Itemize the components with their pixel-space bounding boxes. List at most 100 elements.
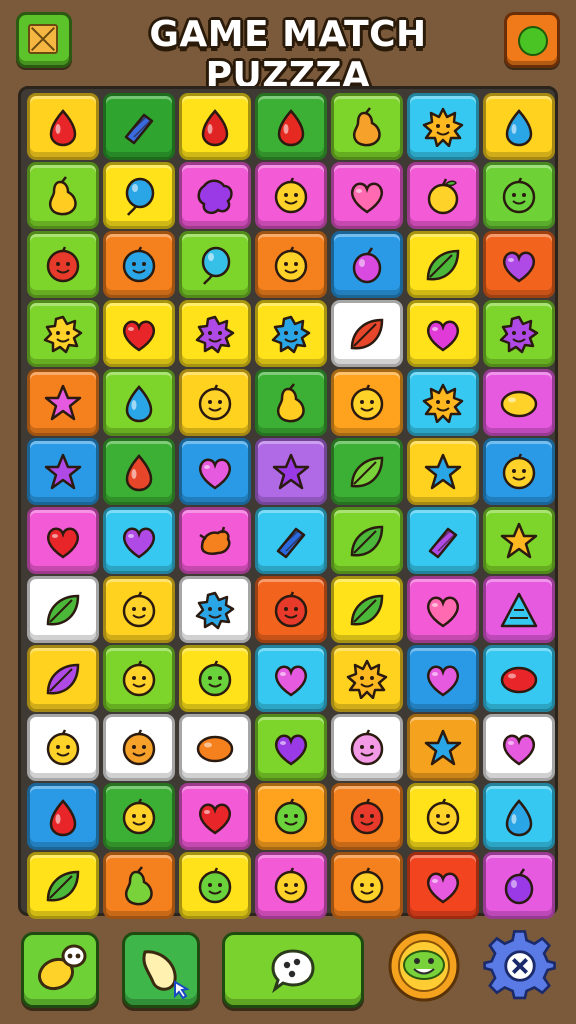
star-icon	[500, 522, 538, 558]
chat-bubble-button[interactable]	[222, 932, 364, 1008]
tile-drop-r10c6[interactable]	[483, 783, 555, 850]
tile-face-r10c4[interactable]	[331, 783, 403, 850]
tile-drop-r0c2[interactable]	[179, 93, 251, 160]
tile-drop-r10c0[interactable]	[27, 783, 99, 850]
tile-sun-r8c4[interactable]	[331, 645, 403, 712]
star-icon	[44, 384, 82, 420]
burst-icon	[43, 315, 83, 353]
tile-heart-r6c0[interactable]	[27, 507, 99, 574]
tile-heart-r7c5[interactable]	[407, 576, 479, 643]
tile-face-r10c3[interactable]	[255, 783, 327, 850]
tile-heart-r3c1[interactable]	[103, 300, 175, 367]
tile-face-r11c3[interactable]	[255, 852, 327, 919]
tile-heart-r9c3[interactable]	[255, 714, 327, 781]
tile-heart-r2c6[interactable]	[483, 231, 555, 298]
smiley-coin-button[interactable]	[386, 928, 462, 1004]
tile-plum-r2c4[interactable]	[331, 231, 403, 298]
tile-heart-r10c2[interactable]	[179, 783, 251, 850]
tile-drop-r0c6[interactable]	[483, 93, 555, 160]
tile-heart-r5c2[interactable]	[179, 438, 251, 505]
tile-face-r9c0[interactable]	[27, 714, 99, 781]
tile-leaf-r3c4[interactable]	[331, 300, 403, 367]
crossed-box-button[interactable]	[16, 12, 72, 68]
tile-lemon-r4c6[interactable]	[483, 369, 555, 436]
chat-bubble-icon	[271, 949, 315, 994]
tile-drop-r4c1[interactable]	[103, 369, 175, 436]
tile-face-r8c1[interactable]	[103, 645, 175, 712]
tile-burst-r3c2[interactable]	[179, 300, 251, 367]
tile-drop-r0c3[interactable]	[255, 93, 327, 160]
tile-star-r6c6[interactable]	[483, 507, 555, 574]
tile-face-r8c2[interactable]	[179, 645, 251, 712]
tile-candy-r0c1[interactable]	[103, 93, 175, 160]
pear-cursor-button[interactable]	[122, 932, 200, 1008]
tile-face-r2c0[interactable]	[27, 231, 99, 298]
tile-face-r1c3[interactable]	[255, 162, 327, 229]
tile-face-r2c3[interactable]	[255, 231, 327, 298]
tile-pear-r11c1[interactable]	[103, 852, 175, 919]
tile-crab-r6c2[interactable]	[179, 507, 251, 574]
tile-leaf-r7c4[interactable]	[331, 576, 403, 643]
tile-star-r5c3[interactable]	[255, 438, 327, 505]
tile-face-r7c3[interactable]	[255, 576, 327, 643]
heart-icon	[122, 320, 156, 352]
tile-face-r2c1[interactable]	[103, 231, 175, 298]
tile-balloon-r1c1[interactable]	[103, 162, 175, 229]
tile-heart-r9c6[interactable]	[483, 714, 555, 781]
tile-heart-r1c4[interactable]	[331, 162, 403, 229]
tile-pear-r4c3[interactable]	[255, 369, 327, 436]
tile-heart-r8c3[interactable]	[255, 645, 327, 712]
tile-candy-r6c3[interactable]	[255, 507, 327, 574]
tile-burst-r3c0[interactable]	[27, 300, 99, 367]
tile-star-r9c5[interactable]	[407, 714, 479, 781]
tile-leaf-r5c4[interactable]	[331, 438, 403, 505]
tile-star-r4c0[interactable]	[27, 369, 99, 436]
tile-heart-r11c5[interactable]	[407, 852, 479, 919]
tile-balloon-r2c2[interactable]	[179, 231, 251, 298]
tile-leaf-r8c0[interactable]	[27, 645, 99, 712]
tile-burst-r7c2[interactable]	[179, 576, 251, 643]
tile-candy-r6c5[interactable]	[407, 507, 479, 574]
candy-icon	[124, 113, 154, 144]
tile-face-r9c1[interactable]	[103, 714, 175, 781]
tile-apple-r1c5[interactable]	[407, 162, 479, 229]
green-orb-button[interactable]	[504, 12, 560, 68]
tile-star-r5c0[interactable]	[27, 438, 99, 505]
tile-face-r11c4[interactable]	[331, 852, 403, 919]
tile-blob-r1c2[interactable]	[179, 162, 251, 229]
tile-face-r1c6[interactable]	[483, 162, 555, 229]
tile-burst-r3c6[interactable]	[483, 300, 555, 367]
tile-heart-r8c5[interactable]	[407, 645, 479, 712]
tile-face-r11c2[interactable]	[179, 852, 251, 919]
tile-pyramid-r7c6[interactable]	[483, 576, 555, 643]
tile-drop-r5c1[interactable]	[103, 438, 175, 505]
tile-star-r5c5[interactable]	[407, 438, 479, 505]
tile-face-r10c1[interactable]	[103, 783, 175, 850]
tile-sun-r0c5[interactable]	[407, 93, 479, 160]
tile-face-r9c4[interactable]	[331, 714, 403, 781]
sun-icon	[346, 659, 388, 699]
tile-lemon-r9c2[interactable]	[179, 714, 251, 781]
tile-lemon-r8c6[interactable]	[483, 645, 555, 712]
tile-leaf-r2c5[interactable]	[407, 231, 479, 298]
tile-pear-r1c0[interactable]	[27, 162, 99, 229]
tile-face-r5c6[interactable]	[483, 438, 555, 505]
tile-heart-r3c5[interactable]	[407, 300, 479, 367]
tile-sun-r4c5[interactable]	[407, 369, 479, 436]
tile-face-r4c4[interactable]	[331, 369, 403, 436]
lemon-speech-button[interactable]	[21, 932, 99, 1008]
tile-leaf-r7c0[interactable]	[27, 576, 99, 643]
tile-burst-r3c3[interactable]	[255, 300, 327, 367]
tile-drop-r0c0[interactable]	[27, 93, 99, 160]
tile-pear-r0c4[interactable]	[331, 93, 403, 160]
tile-leaf-r6c4[interactable]	[331, 507, 403, 574]
tile-face-r10c5[interactable]	[407, 783, 479, 850]
tile-face-r4c2[interactable]	[179, 369, 251, 436]
tile-leaf-r11c0[interactable]	[27, 852, 99, 919]
tile-heart-r6c1[interactable]	[103, 507, 175, 574]
tile-face-r7c1[interactable]	[103, 576, 175, 643]
settings-gear-button[interactable]	[482, 928, 558, 1004]
tile-plum-r11c6[interactable]	[483, 852, 555, 919]
smiley-coin-icon	[388, 930, 460, 1002]
drop-icon	[49, 108, 77, 146]
